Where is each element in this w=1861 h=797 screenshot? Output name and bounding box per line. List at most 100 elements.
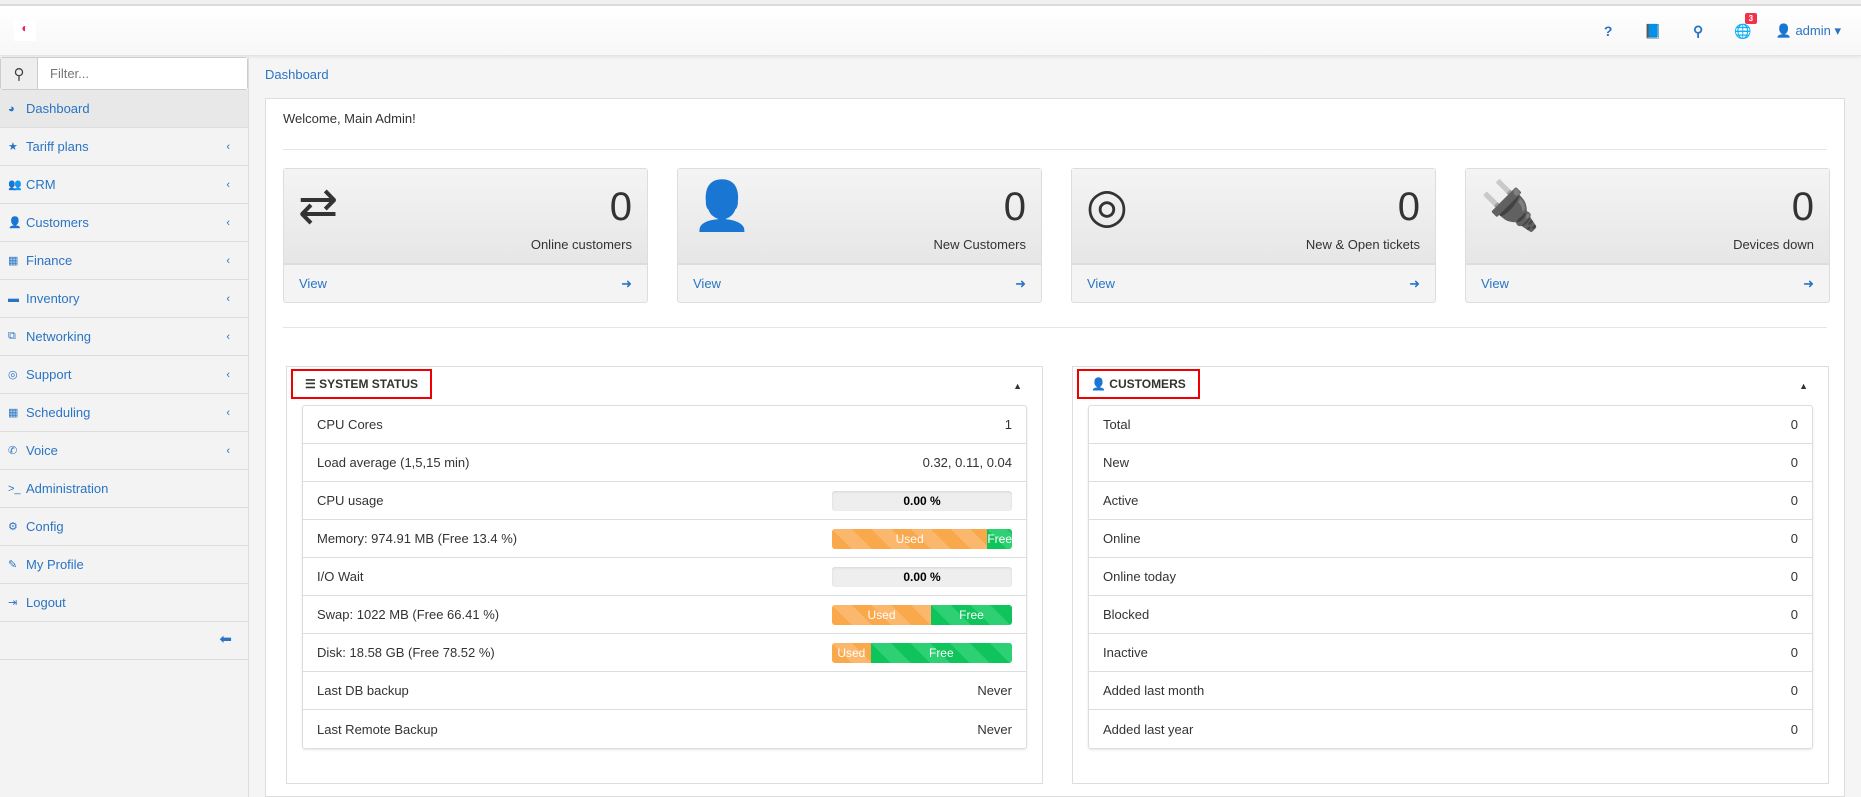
chevron-left-icon: ‹ xyxy=(226,140,230,153)
row-label: Swap: 1022 MB (Free 66.41 %) xyxy=(317,607,500,622)
used-segment: Used xyxy=(832,642,871,663)
sidebar-item-dashboard[interactable]: ◕ Dashboard xyxy=(0,90,248,128)
row-label: Added last month xyxy=(1103,683,1205,698)
life-ring-icon: ◎ xyxy=(1086,180,1128,233)
sidebar-item-label: Finance xyxy=(26,253,73,268)
table-row: Inactive 0 xyxy=(1089,634,1812,672)
row-label: Disk: 18.58 GB (Free 78.52 %) xyxy=(317,645,495,660)
free-segment: Free xyxy=(870,642,1012,663)
collapse-caret-icon[interactable]: ▲ xyxy=(1013,381,1022,391)
sidebar-item-tariff-plans[interactable]: ★ Tariff plans ‹ xyxy=(0,128,248,166)
row-value: 0 xyxy=(1790,569,1798,584)
sitemap-icon: ⧉ xyxy=(8,330,16,342)
sidebar-item-label: My Profile xyxy=(26,557,84,572)
user-menu[interactable]: 👤 admin ▾ xyxy=(1766,23,1861,39)
table-row: CPU Cores 1 xyxy=(303,406,1026,444)
arrow-circle-right-icon: ➜ xyxy=(621,275,632,291)
search-icon: ⚲ xyxy=(1,58,38,89)
sidebar-item-logout[interactable]: ⇥ Logout xyxy=(0,584,248,622)
search-icon[interactable]: ⚲ xyxy=(1676,23,1721,40)
row-label: Added last year xyxy=(1103,721,1194,737)
stat-label: Online customers xyxy=(530,237,632,252)
logo[interactable]: ◐ xyxy=(14,21,36,41)
row-label: Last DB backup xyxy=(317,683,409,698)
row-value: 0 xyxy=(1790,683,1798,698)
collapse-caret-icon[interactable]: ▲ xyxy=(1799,381,1808,391)
table-row: I/O Wait 0.00 % xyxy=(303,558,1026,596)
row-label: Load average (1,5,15 min) xyxy=(317,455,470,470)
table-row: CPU usage 0.00 % xyxy=(303,482,1026,520)
sidebar-item-support[interactable]: ◎ Support ‹ xyxy=(0,356,248,394)
filter-box: ⚲ xyxy=(0,57,248,90)
cogs-icon: ⚙ xyxy=(8,521,18,533)
table-row: Load average (1,5,15 min) 0.32, 0.11, 0.0… xyxy=(303,444,1026,482)
table-row: Disk: 18.58 GB (Free 78.52 %) Used Free xyxy=(303,634,1026,672)
breadcrumb[interactable]: Dashboard xyxy=(265,67,329,82)
table-row: Added last month 0 xyxy=(1089,672,1812,710)
row-label: Online xyxy=(1103,531,1141,546)
table-row: Online 0 xyxy=(1089,520,1812,558)
question-icon[interactable]: ? xyxy=(1586,23,1631,39)
sidebar-item-administration[interactable]: >_ Administration xyxy=(0,470,248,508)
row-label: Online today xyxy=(1103,569,1176,584)
view-link[interactable]: View ➜ xyxy=(284,265,647,302)
dashboard-icon: ◕ xyxy=(8,102,15,115)
globe-icon[interactable]: 🌐 3 xyxy=(1721,12,1766,40)
sidebar-item-crm[interactable]: 👥 CRM ‹ xyxy=(0,166,248,204)
chevron-left-icon: ‹ xyxy=(226,444,230,457)
book-icon[interactable]: 📘 xyxy=(1631,23,1676,40)
sidebar-item-label: Administration xyxy=(26,481,109,496)
row-label: Blocked xyxy=(1103,607,1150,622)
sidebar-item-voice[interactable]: ✆ Voice ‹ xyxy=(0,432,248,470)
row-value: 0 xyxy=(1790,721,1798,737)
usage-bar: Used Free xyxy=(832,604,1012,625)
plug-icon: 🔌 xyxy=(1480,180,1540,233)
customers-panel: 👤 CUSTOMERS ▲ Total 0 New 0 Active 0 Online 0 On… xyxy=(1072,366,1829,784)
view-link[interactable]: View ➜ xyxy=(1466,265,1829,302)
sidebar-item-inventory[interactable]: ▬ Inventory ‹ xyxy=(0,280,248,318)
sidebar-item-finance[interactable]: ▦ Finance ‹ xyxy=(0,242,248,280)
free-segment: Free xyxy=(931,604,1012,625)
row-value: Never xyxy=(977,721,1012,737)
row-value: Never xyxy=(977,683,1012,698)
chevron-left-icon: ‹ xyxy=(226,254,230,267)
sidebar: ⚲ ◕ Dashboard ★ Tariff plans ‹ 👥 CRM ‹ 👤 Customer… xyxy=(0,57,249,797)
row-label: Active xyxy=(1103,493,1139,508)
row-value: 0 xyxy=(1790,531,1798,546)
table-row: Blocked 0 xyxy=(1089,596,1812,634)
divider xyxy=(283,149,1827,150)
sidebar-item-scheduling[interactable]: ▦ Scheduling ‹ xyxy=(0,394,248,432)
sidebar-item-config[interactable]: ⚙ Config xyxy=(0,508,248,546)
stat-label: New & Open tickets xyxy=(1305,237,1420,252)
table-row: Total 0 xyxy=(1089,406,1812,444)
sidebar-item-customers[interactable]: 👤 Customers ‹ xyxy=(0,204,248,242)
sidebar-item-networking[interactable]: ⧉ Networking ‹ xyxy=(0,318,248,356)
welcome-text: Welcome, Main Admin! xyxy=(283,111,416,126)
sidebar-item-label: Dashboard xyxy=(26,101,90,116)
row-value: 0 xyxy=(1790,455,1798,470)
sidebar-item-label: Tariff plans xyxy=(26,139,89,154)
sidebar-item-my-profile[interactable]: ✎ My Profile xyxy=(0,546,248,584)
chevron-left-icon: ‹ xyxy=(226,368,230,381)
chevron-left-icon: ‹ xyxy=(226,216,230,229)
calculator-icon: ▦ xyxy=(8,255,19,267)
sidebar-item-label: Logout xyxy=(26,595,66,610)
table-row: Memory: 974.91 MB (Free 13.4 %) Used Free xyxy=(303,520,1026,558)
star-icon: ★ xyxy=(8,141,18,153)
sidebar-item-label: Customers xyxy=(26,215,89,230)
row-label: Last Remote Backup xyxy=(317,721,438,737)
panel-title: ☰ SYSTEM STATUS xyxy=(291,369,432,399)
chevron-left-icon: ‹ xyxy=(226,292,230,305)
filter-input[interactable] xyxy=(38,58,247,89)
sidebar-item-label: CRM xyxy=(26,177,56,192)
dashboard-content: Welcome, Main Admin! ⇄ 0 Online customers V… xyxy=(265,98,1845,797)
row-value: 1 xyxy=(1004,417,1012,432)
system-status-panel: ☰ SYSTEM STATUS ▲ CPU Cores 1 Load average… xyxy=(286,366,1043,784)
sidebar-item-label: Scheduling xyxy=(26,405,91,420)
view-link[interactable]: View ➜ xyxy=(1072,265,1435,302)
sign-out-icon: ⇥ xyxy=(8,597,18,609)
stat-value: 0 xyxy=(1397,185,1420,229)
stat-label: New Customers xyxy=(933,237,1026,252)
view-link[interactable]: View ➜ xyxy=(678,265,1041,302)
collapse-sidebar-button[interactable]: ⬅ xyxy=(0,622,248,660)
